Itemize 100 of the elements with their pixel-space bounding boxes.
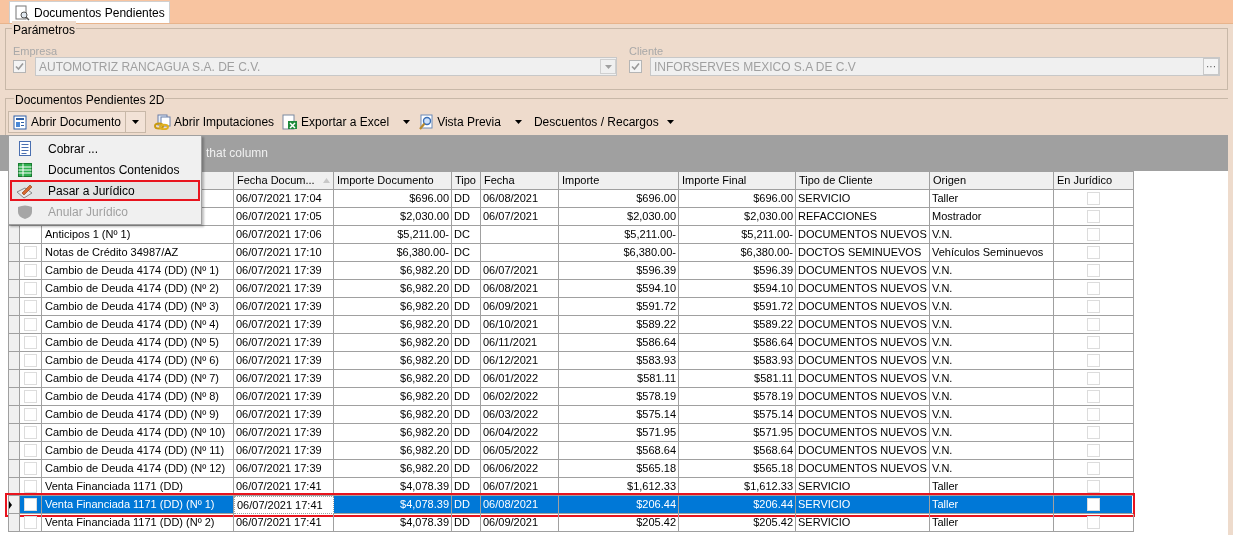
table-cell: V.N.	[930, 298, 1054, 316]
legal-checkbox[interactable]	[1087, 210, 1100, 223]
table-cell: $6,982.20	[334, 280, 452, 298]
legal-checkbox[interactable]	[1087, 192, 1100, 205]
row-checkbox[interactable]	[24, 354, 37, 367]
caret-icon	[132, 120, 140, 124]
table-cell: DD	[452, 334, 481, 352]
legal-checkbox[interactable]	[1087, 336, 1100, 349]
row-checkbox[interactable]	[24, 390, 37, 403]
table-cell: 06/09/2021	[481, 298, 559, 316]
table-cell: Cambio de Deuda 4174 (DD) (Nº 5)	[42, 334, 234, 352]
field-label: Cliente	[629, 44, 665, 57]
row-checkbox[interactable]	[24, 444, 37, 457]
column-header[interactable]: Fecha Docum...	[234, 171, 334, 190]
legal-checkbox[interactable]	[1087, 264, 1100, 277]
column-header[interactable]: Fecha	[481, 171, 559, 190]
row-checkbox[interactable]	[24, 426, 37, 439]
row-checkbox[interactable]	[24, 408, 37, 421]
table-cell: $586.64	[559, 334, 679, 352]
selected-row[interactable]: Venta Financiada 1171 (DD) (Nº 1) 06/07/2021 17:41 $4,078.39 DD 06/08/2021 $206.44 $206.44 SERVICIO Taller	[8, 496, 1132, 514]
row-checkbox[interactable]	[24, 462, 37, 475]
legal-checkbox[interactable]	[1087, 426, 1100, 439]
toolbar-dropdown[interactable]: Descuentos / Recargos	[533, 111, 674, 133]
table-cell: Cambio de Deuda 4174 (DD) (Nº 3)	[42, 298, 234, 316]
group-by-hint: that column	[206, 145, 269, 162]
document-search-icon	[14, 4, 30, 21]
row-indicator[interactable]	[8, 496, 20, 514]
table-cell: DOCUMENTOS NUEVOS	[796, 388, 930, 406]
table-cell: SERVICIO	[796, 190, 930, 208]
table-cell: 06/07/2021 17:04	[234, 190, 334, 208]
legal-checkbox[interactable]	[1087, 498, 1100, 511]
toolbar-dropdown[interactable]: Vista Previa	[418, 111, 522, 133]
table-cell: $591.72	[679, 298, 796, 316]
row-checkbox[interactable]	[24, 498, 37, 511]
column-header[interactable]: Importe Documento	[334, 171, 452, 190]
row-checkbox[interactable]	[24, 282, 37, 295]
documents-link-icon	[154, 114, 173, 130]
table-cell: V.N.	[930, 424, 1054, 442]
current-row-icon	[9, 500, 12, 509]
legal-checkbox[interactable]	[1087, 282, 1100, 295]
table-cell: DD	[452, 406, 481, 424]
column-header[interactable]: Importe Final	[679, 171, 796, 190]
row-checkbox[interactable]	[24, 264, 37, 277]
toolbar-button[interactable]: Abrir Imputaciones	[154, 111, 275, 133]
row-checkbox[interactable]	[24, 516, 37, 529]
row-checkbox[interactable]	[24, 372, 37, 385]
document-tab[interactable]: Documentos Pendientes	[9, 1, 170, 23]
legal-checkbox[interactable]	[1087, 300, 1100, 313]
table-cell: $205.42	[559, 514, 679, 532]
table-cell: $575.14	[679, 406, 796, 424]
legal-checkbox[interactable]	[1087, 516, 1100, 529]
legal-checkbox[interactable]	[1087, 372, 1100, 385]
table-cell: 06/07/2021 17:39	[234, 460, 334, 478]
column-header[interactable]: Importe	[559, 171, 679, 190]
table-cell: Cambio de Deuda 4174 (DD) (Nº 12)	[42, 460, 234, 478]
column-header[interactable]: Tipo de Cliente	[796, 171, 930, 190]
legal-checkbox[interactable]	[1087, 228, 1100, 241]
table-cell: 06/07/2021 17:39	[234, 298, 334, 316]
table-cell: $5,211.00-	[334, 226, 452, 244]
column-header[interactable]: Origen	[930, 171, 1054, 190]
table-cell: $596.39	[679, 262, 796, 280]
legal-checkbox[interactable]	[1087, 444, 1100, 457]
menu-item[interactable]: Pasar a Jurídico	[10, 180, 200, 201]
client-field[interactable]: INFORSERVES MEXICO S.A DE C.V ···	[650, 57, 1220, 76]
legal-checkbox[interactable]	[1087, 390, 1100, 403]
dropdown-toggle[interactable]	[126, 111, 147, 133]
row-checkbox[interactable]	[24, 300, 37, 313]
table-cell: V.N.	[930, 280, 1054, 298]
checkbox[interactable]	[629, 60, 642, 73]
table-cell: $6,982.20	[334, 316, 452, 334]
legal-checkbox[interactable]	[1087, 462, 1100, 475]
column-header[interactable]: En Jurídico	[1054, 171, 1134, 190]
table-cell: SERVICIO	[796, 514, 930, 532]
legal-checkbox[interactable]	[1087, 246, 1100, 259]
menu-item[interactable]: Cobrar ...	[10, 138, 200, 159]
checkbox[interactable]	[13, 60, 26, 73]
legal-checkbox[interactable]	[1087, 318, 1100, 331]
column-header[interactable]: Tipo	[452, 171, 481, 190]
legal-checkbox[interactable]	[1087, 408, 1100, 421]
table-cell: $2,030.00	[559, 208, 679, 226]
legal-checkbox[interactable]	[1087, 354, 1100, 367]
table-cell: 06/11/2021	[481, 334, 559, 352]
table-cell: $6,982.20	[334, 370, 452, 388]
spreadsheet-icon	[282, 114, 299, 130]
table-cell: $6,982.20	[334, 352, 452, 370]
row-checkbox[interactable]	[24, 480, 37, 493]
legal-checkbox[interactable]	[1087, 480, 1100, 493]
table-cell: $6,982.20	[334, 262, 452, 280]
table-cell: DC	[452, 226, 481, 244]
table-cell: 06/07/2021 17:39	[234, 370, 334, 388]
row-checkbox[interactable]	[24, 246, 37, 259]
menu-item[interactable]: Documentos Contenidos	[10, 159, 200, 180]
browse-button[interactable]: ···	[1203, 58, 1219, 75]
table-cell: Taller	[930, 514, 1054, 532]
toolbar-button[interactable]: Abrir Documento	[8, 111, 127, 133]
row-checkbox[interactable]	[24, 318, 37, 331]
row-checkbox[interactable]	[24, 336, 37, 349]
table-cell: DD	[452, 352, 481, 370]
table-cell: V.N.	[930, 316, 1054, 334]
toolbar-dropdown[interactable]: Exportar a Excel	[282, 111, 411, 133]
